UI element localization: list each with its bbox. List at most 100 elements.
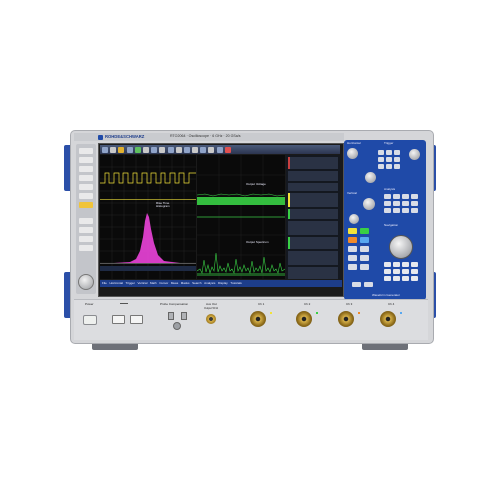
- control-button[interactable]: [360, 264, 369, 270]
- toolbar-icon[interactable]: [175, 146, 182, 153]
- control-button[interactable]: [384, 208, 391, 213]
- menu-item[interactable]: Vertical: [138, 282, 148, 285]
- menu-item[interactable]: Cursor: [159, 282, 168, 285]
- power-button[interactable]: [83, 315, 97, 325]
- keypad-key[interactable]: [411, 276, 418, 281]
- control-button[interactable]: [348, 264, 357, 270]
- softkey-button-yellow[interactable]: [79, 202, 93, 208]
- channel-1-connector[interactable]: [250, 311, 266, 327]
- toolbar-icon[interactable]: [134, 146, 141, 153]
- softkey-button[interactable]: [79, 157, 93, 163]
- channel-button-blue[interactable]: [360, 237, 369, 243]
- toolbar-icon[interactable]: [200, 146, 207, 153]
- softkey-button[interactable]: [79, 227, 93, 233]
- softkey-button[interactable]: [79, 184, 93, 190]
- control-button[interactable]: [378, 150, 384, 155]
- control-button[interactable]: [386, 150, 392, 155]
- control-button[interactable]: [386, 157, 392, 162]
- usb-port[interactable]: [130, 315, 143, 324]
- control-button[interactable]: [364, 282, 373, 287]
- softkey-button[interactable]: [79, 193, 93, 199]
- toolbar-icon[interactable]: [102, 146, 108, 153]
- toolbar-icon[interactable]: [151, 146, 158, 153]
- control-button[interactable]: [386, 164, 392, 169]
- control-button[interactable]: [402, 201, 409, 206]
- keypad-key[interactable]: [393, 269, 400, 274]
- menu-item[interactable]: Display: [218, 282, 228, 285]
- menu-item[interactable]: Search: [192, 282, 202, 285]
- menu-item[interactable]: Tutorials: [230, 282, 241, 285]
- toolbar-icon[interactable]: [216, 146, 223, 153]
- navigation-wheel[interactable]: [389, 235, 413, 259]
- control-button[interactable]: [411, 208, 418, 213]
- toolbar-icon[interactable]: [167, 146, 174, 153]
- toolbar-icon[interactable]: [224, 146, 231, 153]
- trigger-level-knob[interactable]: [409, 149, 420, 160]
- usb-port[interactable]: [112, 315, 125, 324]
- menu-item[interactable]: Masks: [181, 282, 190, 285]
- toolbar-icon[interactable]: [208, 146, 215, 153]
- control-button[interactable]: [378, 164, 384, 169]
- menu-item[interactable]: File: [102, 282, 107, 285]
- menu-item[interactable]: Meas: [171, 282, 178, 285]
- control-button[interactable]: [402, 194, 409, 199]
- control-button[interactable]: [394, 150, 400, 155]
- softkey-button[interactable]: [79, 175, 93, 181]
- control-button[interactable]: [411, 201, 418, 206]
- control-button[interactable]: [394, 157, 400, 162]
- channel-button-green[interactable]: [360, 228, 369, 234]
- toolbar-icon[interactable]: [110, 146, 117, 153]
- control-button[interactable]: [360, 246, 369, 252]
- softkey-button[interactable]: [79, 236, 93, 242]
- control-button[interactable]: [393, 208, 400, 213]
- keypad-key[interactable]: [402, 276, 409, 281]
- channel-2-connector[interactable]: [296, 311, 312, 327]
- control-button[interactable]: [378, 157, 384, 162]
- keypad-key[interactable]: [393, 262, 400, 267]
- keypad-key[interactable]: [402, 262, 409, 267]
- horizontal-position-knob[interactable]: [347, 148, 358, 159]
- softkey-button[interactable]: [79, 148, 93, 154]
- toolbar-icon[interactable]: [126, 146, 133, 153]
- keypad-key[interactable]: [384, 262, 391, 267]
- channel-3-connector[interactable]: [338, 311, 354, 327]
- control-button[interactable]: [352, 282, 361, 287]
- menu-item[interactable]: Trigger: [126, 282, 135, 285]
- control-button[interactable]: [393, 194, 400, 199]
- menu-item[interactable]: Math: [150, 282, 157, 285]
- softkey-button[interactable]: [79, 245, 93, 251]
- keypad-key[interactable]: [411, 269, 418, 274]
- vertical-position-knob[interactable]: [363, 198, 375, 210]
- menu-item[interactable]: Analysis: [204, 282, 215, 285]
- horizontal-scale-knob[interactable]: [365, 172, 376, 183]
- left-rotary-knob[interactable]: [78, 274, 94, 290]
- softkey-button[interactable]: [79, 166, 93, 172]
- channel-4-connector[interactable]: [380, 311, 396, 327]
- keypad-key[interactable]: [402, 269, 409, 274]
- control-button[interactable]: [411, 194, 418, 199]
- softkey-button[interactable]: [79, 218, 93, 224]
- control-button[interactable]: [384, 194, 391, 199]
- control-button[interactable]: [394, 164, 400, 169]
- toolbar-icon[interactable]: [192, 146, 199, 153]
- control-button[interactable]: [384, 201, 391, 206]
- probe-compensation-terminal[interactable]: [181, 312, 187, 320]
- probe-compensation-terminal[interactable]: [168, 312, 174, 320]
- keypad-key[interactable]: [384, 269, 391, 274]
- control-button[interactable]: [348, 255, 357, 261]
- control-button[interactable]: [393, 201, 400, 206]
- menu-item[interactable]: Horizontal: [109, 282, 123, 285]
- ground-terminal[interactable]: [173, 322, 181, 330]
- channel-button-orange[interactable]: [348, 237, 357, 243]
- aux-out-connector[interactable]: [206, 314, 216, 324]
- toolbar-icon[interactable]: [159, 146, 166, 153]
- control-button[interactable]: [348, 246, 357, 252]
- control-button[interactable]: [360, 255, 369, 261]
- keypad-key[interactable]: [411, 262, 418, 267]
- toolbar-icon[interactable]: [118, 146, 125, 153]
- channel-button-yellow[interactable]: [348, 228, 357, 234]
- toolbar-icon[interactable]: [183, 146, 190, 153]
- keypad-key[interactable]: [393, 276, 400, 281]
- toolbar-icon[interactable]: [142, 146, 149, 153]
- vertical-scale-knob[interactable]: [349, 214, 359, 224]
